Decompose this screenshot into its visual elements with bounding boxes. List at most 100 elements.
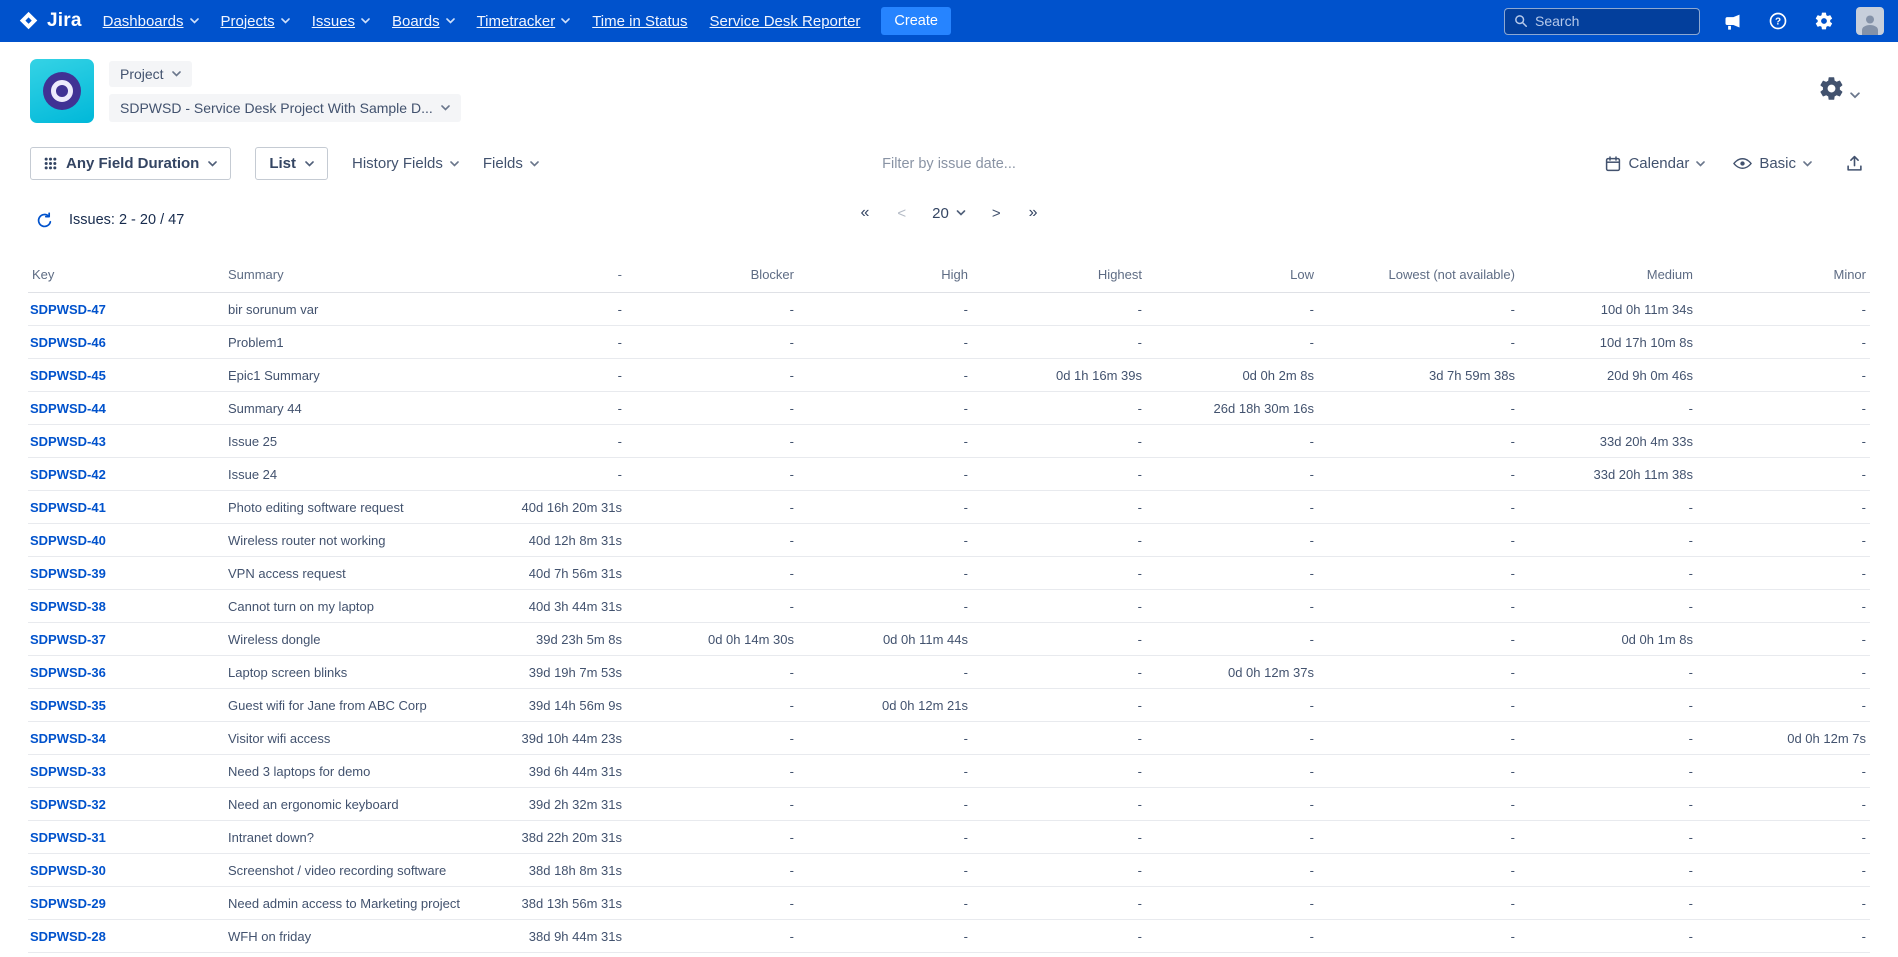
field-duration-selector[interactable]: Any Field Duration	[30, 147, 231, 180]
calendar-dropdown[interactable]: Calendar	[1605, 155, 1705, 172]
table-row[interactable]: SDPWSD-35 Guest wifi for Jane from ABC C…	[28, 689, 1870, 722]
table-row[interactable]: SDPWSD-46 Problem1 - - - - - - 10d 17h 1…	[28, 326, 1870, 359]
duration-cell: -	[1146, 293, 1318, 326]
first-page-button[interactable]: «	[858, 202, 871, 224]
table-row[interactable]: SDPWSD-32 Need an ergonomic keyboard 39d…	[28, 788, 1870, 821]
help-button[interactable]: ?	[1764, 7, 1792, 35]
column-header-high[interactable]: High	[798, 258, 972, 293]
issue-key-link[interactable]: SDPWSD-29	[30, 896, 106, 911]
column-header-highest[interactable]: Highest	[972, 258, 1146, 293]
issue-key-link[interactable]: SDPWSD-42	[30, 467, 106, 482]
duration-cell: -	[1318, 425, 1519, 458]
table-row[interactable]: SDPWSD-34 Visitor wifi access 39d 10h 44…	[28, 722, 1870, 755]
issue-key-link[interactable]: SDPWSD-46	[30, 335, 106, 350]
issue-date-filter-input[interactable]	[739, 156, 1159, 172]
issue-key-link[interactable]: SDPWSD-44	[30, 401, 106, 416]
table-row[interactable]: SDPWSD-36 Laptop screen blinks 39d 19h 7…	[28, 656, 1870, 689]
table-row[interactable]: SDPWSD-33 Need 3 laptops for demo 39d 6h…	[28, 755, 1870, 788]
nav-item-issues[interactable]: Issues	[301, 0, 381, 42]
table-row[interactable]: SDPWSD-43 Issue 25 - - - - - - 33d 20h 4…	[28, 425, 1870, 458]
table-row[interactable]: SDPWSD-40 Wireless router not working 40…	[28, 524, 1870, 557]
issue-key-link[interactable]: SDPWSD-38	[30, 599, 106, 614]
table-row[interactable]: SDPWSD-44 Summary 44 - - - - 26d 18h 30m…	[28, 392, 1870, 425]
column-header-blocker[interactable]: Blocker	[626, 258, 798, 293]
next-page-button[interactable]: >	[990, 203, 1003, 224]
nav-item-timetracker[interactable]: Timetracker	[466, 0, 582, 42]
user-avatar[interactable]	[1856, 7, 1884, 35]
settings-button[interactable]	[1810, 7, 1838, 35]
column-header-key[interactable]: Key	[28, 258, 224, 293]
chevron-down-icon[interactable]	[1850, 92, 1860, 99]
table-row[interactable]: SDPWSD-38 Cannot turn on my laptop 40d 3…	[28, 590, 1870, 623]
nav-item-dashboards[interactable]: Dashboards	[92, 0, 210, 42]
history-fields-dropdown[interactable]: History Fields	[352, 155, 459, 172]
duration-cell: -	[1318, 293, 1519, 326]
table-row[interactable]: SDPWSD-29 Need admin access to Marketing…	[28, 887, 1870, 920]
column-header-summary[interactable]: Summary	[224, 258, 514, 293]
last-page-button[interactable]: »	[1027, 202, 1040, 224]
nav-item-time-in-status[interactable]: Time in Status	[581, 0, 698, 42]
table-row[interactable]: SDPWSD-37 Wireless dongle 39d 23h 5m 8s …	[28, 623, 1870, 656]
duration-cell: -	[1318, 557, 1519, 590]
duration-cell: 40d 7h 56m 31s	[514, 557, 626, 590]
announcements-button[interactable]	[1718, 7, 1746, 35]
table-row[interactable]: SDPWSD-42 Issue 24 - - - - - - 33d 20h 1…	[28, 458, 1870, 491]
table-row[interactable]: SDPWSD-47 bir sorunum var - - - - - - 10…	[28, 293, 1870, 326]
project-settings-button[interactable]	[1818, 75, 1845, 102]
column-header-minor[interactable]: Minor	[1697, 258, 1870, 293]
column-header-none[interactable]: -	[514, 258, 626, 293]
fields-dropdown[interactable]: Fields	[483, 155, 539, 172]
create-button[interactable]: Create	[881, 7, 951, 35]
duration-cell: -	[514, 392, 626, 425]
issue-key-link[interactable]: SDPWSD-41	[30, 500, 106, 515]
export-button[interactable]	[1840, 150, 1868, 178]
page-size-select[interactable]: 20	[932, 205, 966, 222]
table-row[interactable]: SDPWSD-41 Photo editing software request…	[28, 491, 1870, 524]
issue-key-link[interactable]: SDPWSD-34	[30, 731, 106, 746]
duration-cell: 39d 19h 7m 53s	[514, 656, 626, 689]
view-selector[interactable]: List	[255, 147, 328, 180]
nav-item-boards[interactable]: Boards	[381, 0, 466, 42]
prev-page-button[interactable]: <	[895, 203, 908, 224]
table-row[interactable]: SDPWSD-39 VPN access request 40d 7h 56m …	[28, 557, 1870, 590]
duration-cell: -	[626, 887, 798, 920]
duration-cell: -	[626, 293, 798, 326]
duration-cell: -	[798, 359, 972, 392]
issue-key-link[interactable]: SDPWSD-30	[30, 863, 106, 878]
refresh-button[interactable]	[30, 206, 58, 234]
issue-key-link[interactable]: SDPWSD-28	[30, 929, 106, 944]
duration-cell: -	[1697, 425, 1870, 458]
issue-key-link[interactable]: SDPWSD-33	[30, 764, 106, 779]
issue-key-link[interactable]: SDPWSD-35	[30, 698, 106, 713]
issue-key-link[interactable]: SDPWSD-32	[30, 797, 106, 812]
column-header-medium[interactable]: Medium	[1519, 258, 1697, 293]
search-input[interactable]	[1535, 13, 1690, 29]
issue-key-link[interactable]: SDPWSD-43	[30, 434, 106, 449]
issue-key-link[interactable]: SDPWSD-47	[30, 302, 106, 317]
duration-cell: -	[798, 656, 972, 689]
duration-cell: -	[798, 425, 972, 458]
issue-summary: Need 3 laptops for demo	[224, 755, 514, 788]
column-header-lowest-not-available[interactable]: Lowest (not available)	[1318, 258, 1519, 293]
nav-item-service-desk-reporter[interactable]: Service Desk Reporter	[699, 0, 872, 42]
issue-summary: Laptop screen blinks	[224, 656, 514, 689]
project-select[interactable]: SDPWSD - Service Desk Project With Sampl…	[109, 94, 461, 122]
issue-key-link[interactable]: SDPWSD-45	[30, 368, 106, 383]
table-row[interactable]: SDPWSD-30 Screenshot / video recording s…	[28, 854, 1870, 887]
table-row[interactable]: SDPWSD-45 Epic1 Summary - - - 0d 1h 16m …	[28, 359, 1870, 392]
issue-key-link[interactable]: SDPWSD-31	[30, 830, 106, 845]
jira-logo[interactable]: Jira	[14, 10, 92, 32]
global-search[interactable]	[1504, 8, 1700, 35]
issue-key-link[interactable]: SDPWSD-36	[30, 665, 106, 680]
nav-item-projects[interactable]: Projects	[210, 0, 301, 42]
issue-key-link[interactable]: SDPWSD-39	[30, 566, 106, 581]
duration-cell: -	[1697, 887, 1870, 920]
table-row[interactable]: SDPWSD-31 Intranet down? 38d 22h 20m 31s…	[28, 821, 1870, 854]
issue-key-link[interactable]: SDPWSD-37	[30, 632, 106, 647]
issue-key-link[interactable]: SDPWSD-40	[30, 533, 106, 548]
view-mode-dropdown[interactable]: Basic	[1733, 155, 1812, 172]
table-row[interactable]: SDPWSD-28 WFH on friday 38d 9h 44m 31s -…	[28, 920, 1870, 953]
duration-cell: -	[798, 392, 972, 425]
column-header-low[interactable]: Low	[1146, 258, 1318, 293]
scope-selector[interactable]: Project	[109, 61, 192, 87]
